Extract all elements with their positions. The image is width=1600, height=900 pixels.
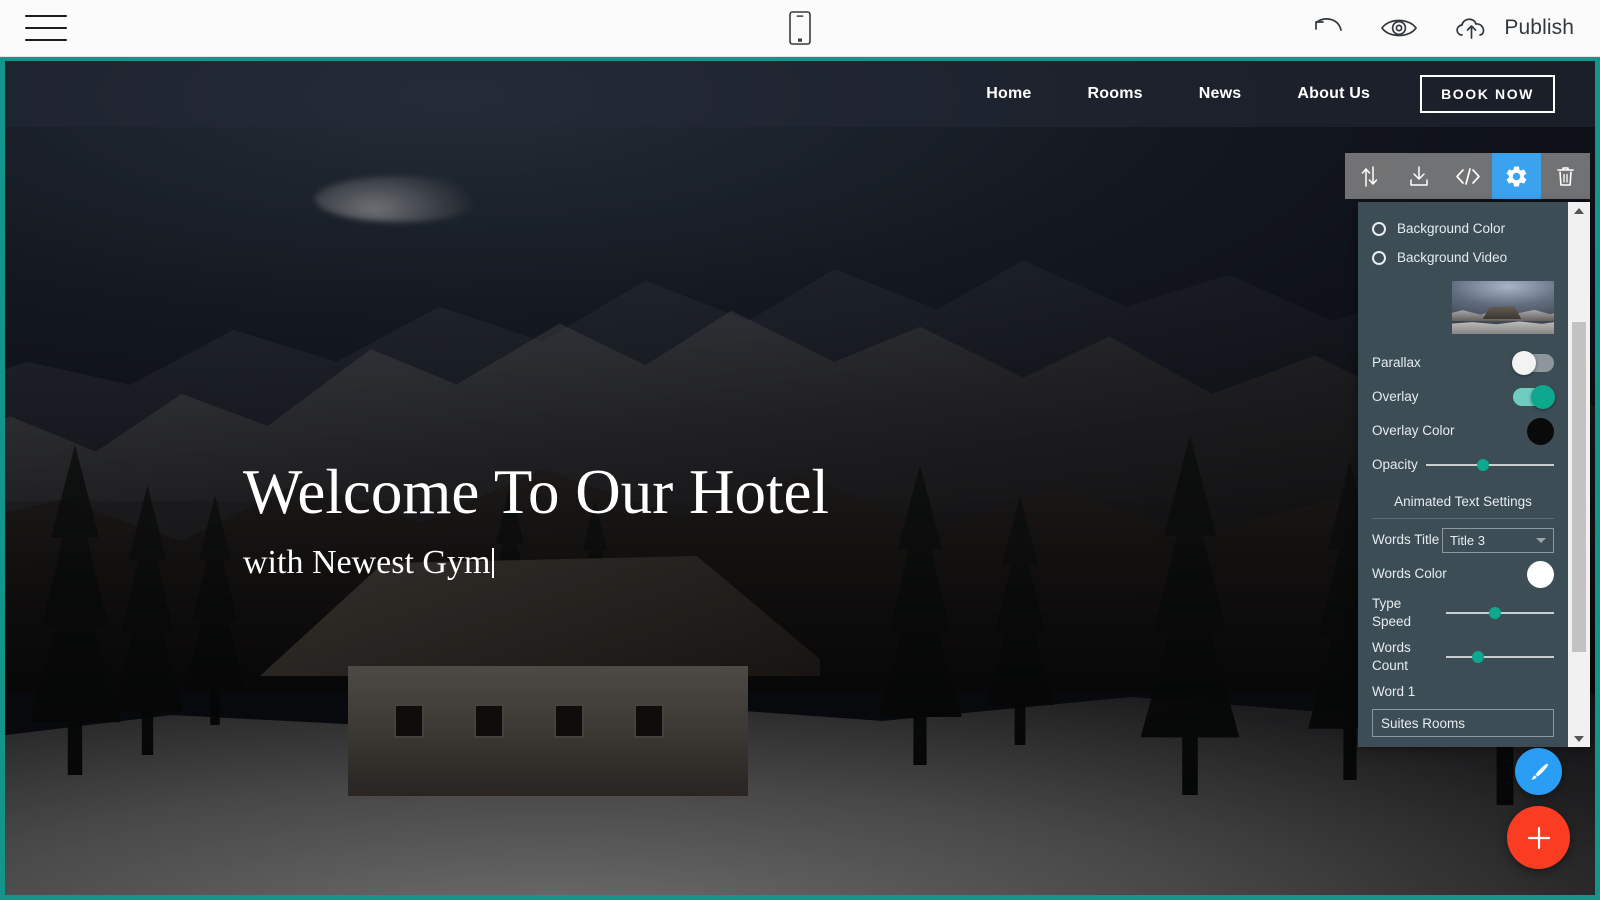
toggle-knob xyxy=(1512,351,1536,375)
style-paintbrush-button[interactable] xyxy=(1515,748,1562,795)
words-title-label: Words Title xyxy=(1372,532,1440,548)
delete-trash-icon[interactable] xyxy=(1541,153,1590,199)
slider-knob[interactable] xyxy=(1472,651,1485,663)
animated-text-settings-heading: Animated Text Settings xyxy=(1372,482,1554,519)
word1-input-row xyxy=(1372,709,1554,737)
undo-icon[interactable] xyxy=(1312,15,1346,41)
nav-link-about-us[interactable]: About Us xyxy=(1269,85,1398,103)
words-count-label: Words Count xyxy=(1372,640,1411,673)
word1-label-row: Word 1 xyxy=(1372,679,1554,705)
cloud-upload-icon xyxy=(1452,14,1492,42)
background-thumbnail-row xyxy=(1372,272,1554,346)
chevron-down-icon xyxy=(1536,537,1546,543)
move-block-icon[interactable] xyxy=(1345,153,1394,199)
scroll-up-arrow-icon[interactable] xyxy=(1568,202,1590,219)
overlay-color-row: Overlay Color xyxy=(1372,414,1554,448)
type-speed-slider[interactable] xyxy=(1446,603,1554,623)
scroll-down-arrow-icon[interactable] xyxy=(1568,730,1590,747)
hamburger-bar xyxy=(25,15,67,17)
book-now-button[interactable]: BOOK NOW xyxy=(1420,75,1555,113)
text-cursor xyxy=(492,547,495,578)
hamburger-bar xyxy=(25,39,67,41)
background-video-label: Background Video xyxy=(1397,249,1508,265)
site-navbar: Home Rooms News About Us BOOK NOW xyxy=(5,61,1595,127)
nav-link-rooms[interactable]: Rooms xyxy=(1060,85,1171,103)
words-color-row: Words Color xyxy=(1372,557,1554,591)
words-title-row: Words Title Title 3 xyxy=(1372,523,1554,557)
hero-title[interactable]: Welcome To Our Hotel xyxy=(243,459,829,526)
opacity-row: Opacity xyxy=(1372,448,1554,482)
words-title-select[interactable]: Title 3 xyxy=(1442,527,1554,553)
radio-background-video[interactable] xyxy=(1372,250,1386,265)
background-image-thumbnail[interactable] xyxy=(1452,281,1554,334)
hero-subtitle[interactable]: with Newest Gym xyxy=(243,544,829,582)
opacity-slider[interactable] xyxy=(1425,455,1554,475)
option-background-video[interactable]: Background Video xyxy=(1372,243,1554,272)
nav-link-news[interactable]: News xyxy=(1171,85,1270,103)
opacity-label: Opacity xyxy=(1372,457,1418,473)
publish-label: Publish xyxy=(1504,16,1574,39)
hamburger-bar xyxy=(25,27,67,29)
hero-text-group[interactable]: Welcome To Our Hotel with Newest Gym xyxy=(243,459,829,582)
words-color-label: Words Color xyxy=(1372,566,1447,582)
type-speed-row: Type Speed xyxy=(1372,591,1554,635)
overlay-toggle[interactable] xyxy=(1513,385,1555,409)
app-toolbar-actions: Publish xyxy=(1312,14,1574,42)
code-icon[interactable] xyxy=(1443,153,1492,199)
mobile-device-icon[interactable] xyxy=(778,6,822,50)
slider-knob[interactable] xyxy=(1477,459,1490,471)
add-block-button[interactable] xyxy=(1507,806,1570,869)
settings-panel-scrollbar[interactable] xyxy=(1568,202,1590,747)
radio-background-color[interactable] xyxy=(1372,221,1386,236)
eye-preview-icon[interactable] xyxy=(1380,15,1418,41)
slider-knob[interactable] xyxy=(1488,607,1501,619)
overlay-label: Overlay xyxy=(1372,389,1419,405)
nav-link-home[interactable]: Home xyxy=(958,85,1059,103)
overlay-color-swatch[interactable] xyxy=(1527,417,1554,445)
block-settings-panel: Background Color Background Video Parall… xyxy=(1358,202,1590,747)
overlay-color-label: Overlay Color xyxy=(1372,423,1455,439)
publish-button[interactable]: Publish xyxy=(1452,14,1574,42)
settings-gear-icon[interactable] xyxy=(1492,153,1541,199)
word1-input[interactable] xyxy=(1372,709,1554,737)
parallax-label: Parallax xyxy=(1372,355,1421,371)
slider-track xyxy=(1446,656,1554,658)
words-count-row: Words Count xyxy=(1372,635,1554,679)
type-speed-label: Type Speed xyxy=(1372,596,1412,629)
app-toolbar: Publish xyxy=(0,0,1600,57)
word1-label: Word 1 xyxy=(1372,684,1416,700)
option-background-color[interactable]: Background Color xyxy=(1372,214,1554,243)
scrollbar-thumb[interactable] xyxy=(1572,322,1586,652)
parallax-toggle[interactable] xyxy=(1512,351,1554,375)
page-canvas[interactable]: Home Rooms News About Us BOOK NOW Welcom… xyxy=(0,57,1600,900)
slider-track xyxy=(1425,464,1554,466)
hero-subtitle-text: with Newest Gym xyxy=(243,543,491,581)
words-color-swatch[interactable] xyxy=(1527,560,1554,588)
parallax-row: Parallax xyxy=(1372,346,1554,380)
words-title-value: Title 3 xyxy=(1450,532,1485,548)
toggle-knob xyxy=(1531,385,1555,409)
words-count-slider[interactable] xyxy=(1446,647,1554,667)
download-icon[interactable] xyxy=(1394,153,1443,199)
overlay-row: Overlay xyxy=(1372,380,1555,414)
background-color-label: Background Color xyxy=(1397,220,1506,236)
block-toolbar xyxy=(1345,153,1590,199)
settings-panel-body: Background Color Background Video Parall… xyxy=(1358,202,1568,747)
hamburger-menu-icon[interactable] xyxy=(25,11,67,45)
thumbnail-chalet xyxy=(1482,306,1522,320)
